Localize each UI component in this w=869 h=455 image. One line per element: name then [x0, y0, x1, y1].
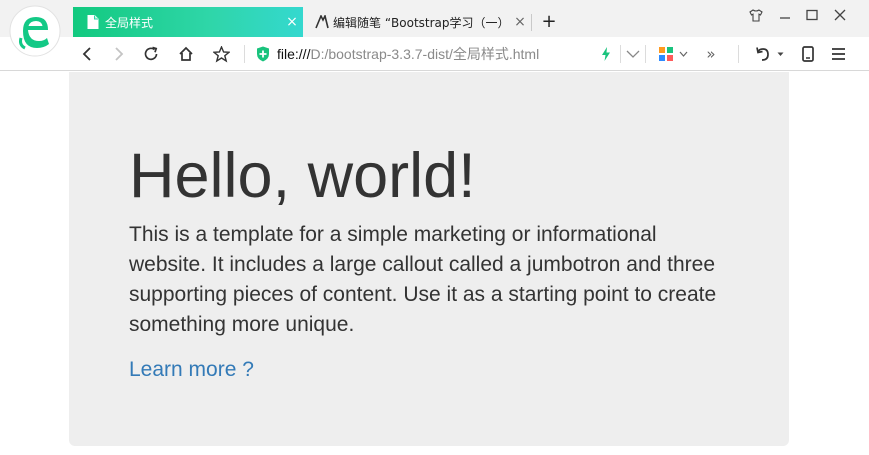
- document-icon: [87, 15, 101, 29]
- learn-more-link[interactable]: Learn more ?: [129, 355, 254, 385]
- apps-grid-icon[interactable]: [655, 43, 677, 65]
- chevron-down-icon[interactable]: [622, 43, 644, 65]
- site-favicon-icon: [315, 15, 329, 29]
- chevron-down-icon[interactable]: [774, 43, 786, 65]
- browser-toolbar: file:///D:/bootstrap-3.3.7-dist/全局样式.htm…: [0, 37, 869, 71]
- page-heading: Hello, world!: [129, 141, 476, 211]
- menu-icon[interactable]: [827, 43, 849, 65]
- undo-icon[interactable]: [752, 43, 774, 65]
- url-scheme: file:///: [277, 46, 311, 62]
- toolbar-divider: [244, 45, 245, 63]
- tab-close-button[interactable]: ×: [281, 14, 303, 30]
- toolbar-divider: [645, 45, 646, 63]
- minimize-icon[interactable]: [773, 5, 797, 25]
- toolbar-divider: [738, 45, 739, 63]
- lead-paragraph: This is a template for a simple marketin…: [129, 223, 717, 336]
- back-arrow-icon[interactable]: [76, 43, 98, 65]
- tab-title: 编辑随笔 “Bootstrap学习（一）: [333, 15, 509, 30]
- jumbotron: Hello, world! This is a template for a s…: [69, 72, 789, 446]
- skin-icon[interactable]: [744, 5, 768, 25]
- browser-logo[interactable]: [9, 5, 61, 57]
- browser-titlebar: 全局样式 × 编辑随笔 “Bootstrap学习（一） × +: [0, 0, 869, 37]
- address-input[interactable]: file:///D:/bootstrap-3.3.7-dist/全局样式.htm…: [277, 46, 539, 62]
- forward-arrow-icon[interactable]: [108, 43, 130, 65]
- new-tab-button[interactable]: +: [538, 10, 560, 34]
- tab-divider: [531, 14, 532, 31]
- toolbar-divider: [620, 45, 621, 63]
- lightning-icon[interactable]: [595, 43, 617, 65]
- chevron-down-icon[interactable]: [676, 43, 690, 65]
- home-icon[interactable]: [175, 43, 197, 65]
- close-window-icon[interactable]: [828, 5, 852, 25]
- tab-inactive[interactable]: 编辑随笔 “Bootstrap学习（一） ×: [303, 7, 531, 37]
- tab-active[interactable]: 全局样式 ×: [73, 7, 303, 37]
- url-path: D:/bootstrap-3.3.7-dist/全局样式.html: [310, 46, 540, 62]
- reload-icon[interactable]: [140, 43, 162, 65]
- more-tools-button[interactable]: »: [700, 43, 722, 65]
- bookmark-star-icon[interactable]: [210, 43, 232, 65]
- tab-title: 全局样式: [105, 15, 154, 30]
- security-shield-icon[interactable]: [252, 43, 274, 65]
- mobile-device-icon[interactable]: [797, 43, 819, 65]
- maximize-icon[interactable]: [800, 5, 824, 25]
- tab-close-button[interactable]: ×: [509, 14, 531, 30]
